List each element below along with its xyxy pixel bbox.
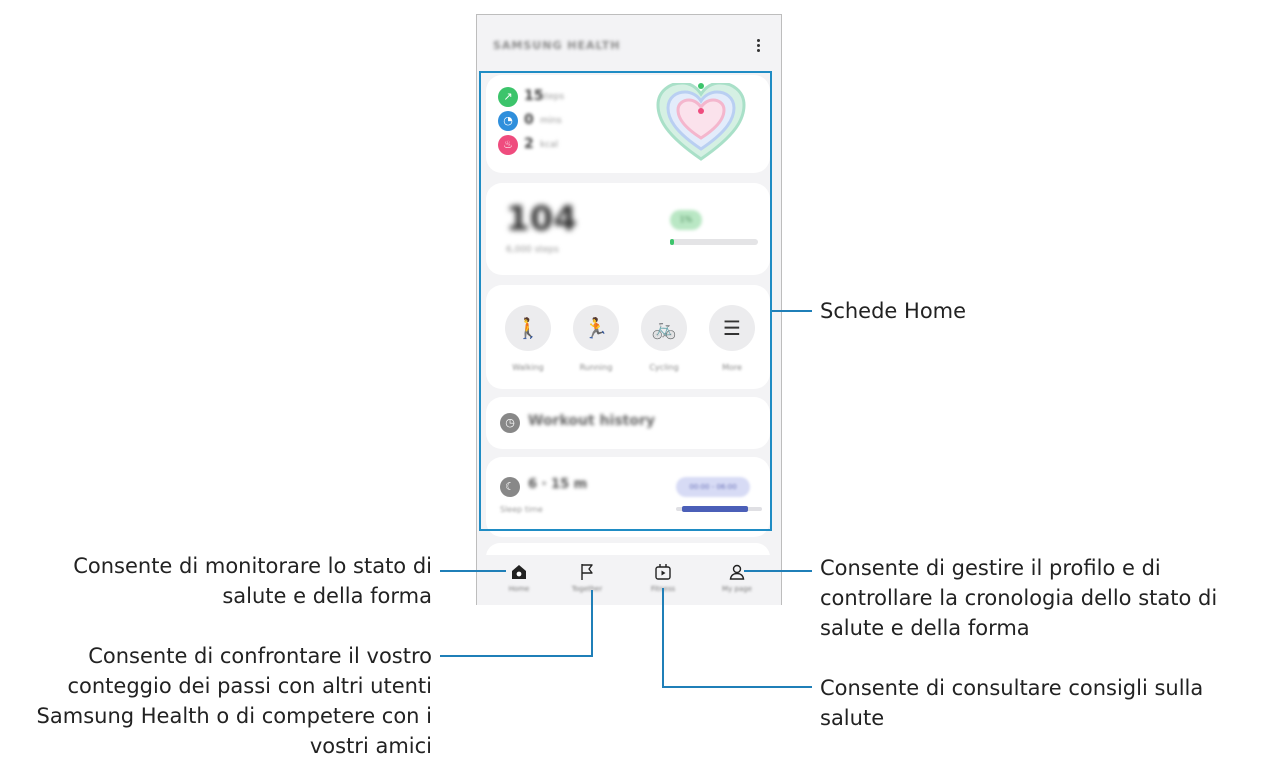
callout-line: Consente di gestire il profilo e di (820, 556, 1161, 580)
callout-line: Consente di confrontare il vostro (88, 644, 432, 668)
more-options-icon[interactable] (757, 39, 761, 53)
callout-line-home (440, 570, 506, 572)
callout-together: Consente di confrontare il vostro conteg… (37, 641, 432, 761)
callout-line: vostri amici (309, 734, 432, 758)
callout-line: Consente di monitorare lo stato di (73, 554, 432, 578)
nav-label: Together (571, 585, 603, 593)
callout-line-home-cards (772, 310, 812, 312)
callout-home: Consente di monitorare lo stato di salut… (73, 551, 432, 611)
callout-line: salute (820, 706, 885, 730)
bottom-navigation: Home Together Fitness My page (477, 555, 781, 605)
callout-profile: Consente di gestire il profilo e di cont… (820, 553, 1217, 643)
app-header: SAMSUNG HEALTH (477, 15, 781, 75)
callout-fitness: Consente di consultare consigli sulla sa… (820, 673, 1203, 733)
app-title: SAMSUNG HEALTH (493, 39, 621, 52)
home-cards-highlight (479, 71, 772, 531)
callout-line: conteggio dei passi con altri utenti (67, 674, 432, 698)
callout-line: salute e della forma (820, 616, 1030, 640)
nav-home[interactable]: Home (491, 561, 547, 593)
callout-line: Consente di consultare consigli sulla (820, 676, 1204, 700)
callout-line: salute e della forma (222, 584, 432, 608)
callout-line-fitness-h (662, 686, 812, 688)
callout-line: controllare la cronologia dello stato di (820, 586, 1218, 610)
callout-line-together-h (440, 655, 593, 657)
nav-my-page[interactable]: My page (709, 561, 765, 593)
home-icon (512, 565, 526, 579)
fitness-icon (655, 564, 671, 580)
callout-line: Samsung Health o di competere con i (36, 704, 432, 728)
flag-icon (581, 564, 593, 580)
callout-home-cards: Schede Home (820, 299, 967, 323)
nav-together[interactable]: Together (559, 561, 615, 593)
callout-line-fitness-v (662, 588, 664, 688)
nav-label: My page (722, 585, 752, 593)
callout-line-together-v (591, 590, 593, 656)
callout-line-profile (744, 570, 812, 572)
nav-label: Home (508, 585, 530, 593)
profile-icon (729, 564, 745, 580)
